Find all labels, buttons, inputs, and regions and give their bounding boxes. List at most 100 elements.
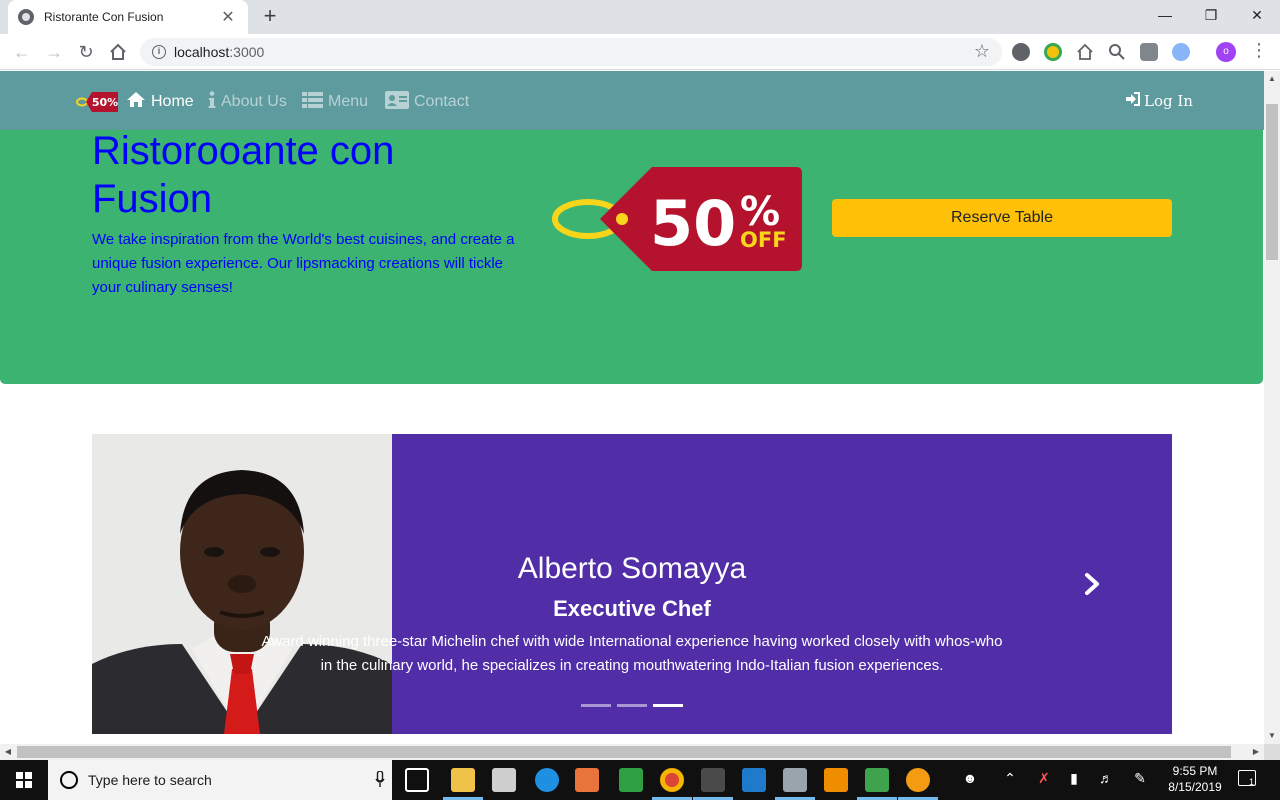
sublime-text-icon[interactable] xyxy=(701,768,725,792)
url-host: localhost xyxy=(174,44,230,60)
vscode-icon[interactable] xyxy=(742,768,766,792)
git-app-icon[interactable] xyxy=(865,768,889,792)
extension-icon[interactable] xyxy=(1172,43,1190,61)
extension-icon[interactable] xyxy=(1044,43,1062,61)
carousel-indicator-3[interactable] xyxy=(653,704,683,707)
browser-menu-icon[interactable]: ⋮ xyxy=(1250,40,1268,61)
page-title: Ristorooante con Fusion xyxy=(92,129,395,221)
media-player-icon[interactable] xyxy=(575,768,599,792)
clock-time: 9:55 PM xyxy=(1172,764,1218,778)
site-navbar: 50% Home About Us Menu Contact Log In xyxy=(0,71,1264,130)
tag-value: 50 xyxy=(650,187,736,260)
vertical-scrollbar[interactable]: ▲ ▼ xyxy=(1264,71,1280,744)
microphone-icon[interactable] xyxy=(368,769,392,790)
home-extension-icon[interactable] xyxy=(1076,43,1094,61)
info-icon xyxy=(208,90,216,114)
scroll-up-icon[interactable]: ▲ xyxy=(1264,71,1280,87)
back-arrow-icon[interactable]: ← xyxy=(10,40,34,64)
copyright-extension-icon[interactable] xyxy=(1012,43,1030,61)
list-icon xyxy=(302,91,323,113)
close-tab-icon[interactable]: ✕ xyxy=(218,7,238,27)
jumbotron-description: We take inspiration from the World's bes… xyxy=(92,231,515,296)
shield-extension-icon[interactable] xyxy=(1140,43,1158,61)
scroll-left-icon[interactable]: ◀ xyxy=(0,744,16,760)
window-close-button[interactable]: ✕ xyxy=(1234,0,1280,30)
url-port: :3000 xyxy=(229,44,265,60)
stocks-app-icon[interactable] xyxy=(619,768,643,792)
network-icon[interactable]: ✗ xyxy=(1034,770,1054,787)
pen-icon[interactable]: ✎ xyxy=(1130,770,1150,787)
site-info-icon[interactable]: i xyxy=(152,45,166,59)
scroll-right-icon[interactable]: ▶ xyxy=(1248,744,1264,760)
notification-icon[interactable]: 1 xyxy=(1238,770,1256,787)
store-icon[interactable] xyxy=(492,768,516,792)
horizontal-scroll-thumb[interactable] xyxy=(17,746,1231,758)
volume-icon[interactable]: ♬ xyxy=(1096,770,1116,786)
globe-icon xyxy=(18,9,34,25)
taskbar-search-placeholder: Type here to search xyxy=(88,772,212,788)
discount-tag-image: 50 % OFF xyxy=(552,167,802,271)
windows-start-icon[interactable] xyxy=(0,760,48,800)
nav-contact[interactable]: Contact xyxy=(385,90,470,114)
reserve-table-button[interactable]: Reserve Table xyxy=(832,199,1172,237)
new-tab-button[interactable]: + xyxy=(258,4,282,28)
login-label: Log In xyxy=(1144,92,1193,110)
restore-button[interactable]: ❐ xyxy=(1188,0,1234,30)
address-bar[interactable]: i localhost:3000 ☆ xyxy=(140,38,1002,66)
scrollbar-corner xyxy=(1264,744,1280,760)
carousel-indicator-1[interactable] xyxy=(581,704,611,707)
nav-about-label: About Us xyxy=(221,93,287,110)
file-explorer-icon[interactable] xyxy=(451,768,475,792)
nav-home[interactable]: Home xyxy=(126,91,194,113)
taskbar-search-box[interactable]: Type here to search xyxy=(48,760,392,800)
windows-taskbar: Type here to search ☻ ⌃ ✗ ▮ ♬ ✎ 9:55 PM … xyxy=(0,760,1280,800)
nav-menu[interactable]: Menu xyxy=(302,91,368,113)
app-icon[interactable] xyxy=(906,768,930,792)
nav-menu-label: Menu xyxy=(328,93,369,110)
browser-toolbar: ← → ↻ i localhost:3000 ☆ o ⋮ xyxy=(0,34,1280,70)
horizontal-scrollbar[interactable]: ◀ ▶ xyxy=(0,744,1264,760)
chrome-icon[interactable] xyxy=(660,768,684,792)
home-icon xyxy=(126,91,146,113)
login-button[interactable]: Log In xyxy=(1126,92,1193,110)
nav-home-label: Home xyxy=(151,93,194,110)
battery-icon[interactable]: ▮ xyxy=(1064,770,1084,787)
tab-title: Ristorante Con Fusion xyxy=(44,10,164,24)
search-extension-icon[interactable] xyxy=(1108,43,1126,61)
next-slide-icon[interactable] xyxy=(1082,572,1102,596)
edge-icon[interactable] xyxy=(535,768,559,792)
people-icon[interactable]: ☻ xyxy=(960,770,980,786)
remote-desktop-icon[interactable] xyxy=(783,768,807,792)
jumbotron: Ristorooante con Fusion We take inspirat… xyxy=(0,129,1263,384)
brand-logo[interactable]: 50% xyxy=(76,90,118,114)
forward-arrow-icon[interactable]: → xyxy=(42,40,66,64)
minimize-button[interactable]: — xyxy=(1142,0,1188,30)
browser-tab[interactable]: Ristorante Con Fusion ✕ xyxy=(8,0,248,34)
carousel-indicator-2[interactable] xyxy=(617,704,647,707)
sign-in-icon xyxy=(1126,92,1141,110)
address-card-icon xyxy=(385,90,409,114)
brand-badge-text: 50% xyxy=(92,96,118,109)
nav-contact-label: Contact xyxy=(414,93,470,110)
home-icon[interactable] xyxy=(106,40,130,64)
task-view-icon[interactable] xyxy=(405,768,429,792)
profile-avatar[interactable]: o xyxy=(1216,42,1236,62)
clock-date: 8/15/2019 xyxy=(1168,780,1222,794)
tag-off: OFF xyxy=(740,228,787,252)
chef-description: Award winning three-star Michelin chef w… xyxy=(261,633,1003,674)
nav-about[interactable]: About Us xyxy=(208,90,287,114)
chef-role: Executive Chef xyxy=(553,596,711,621)
reload-icon[interactable]: ↻ xyxy=(74,40,98,64)
page-viewport: 50% Home About Us Menu Contact Log In Ri… xyxy=(0,71,1264,744)
chef-name: Alberto Somayya xyxy=(517,552,747,585)
bookmark-star-icon[interactable]: ☆ xyxy=(974,41,990,62)
scroll-down-icon[interactable]: ▼ xyxy=(1264,728,1280,744)
chef-carousel: Alberto Somayya Executive Chef Award win… xyxy=(92,434,1172,734)
vlc-icon[interactable] xyxy=(824,768,848,792)
vertical-scroll-thumb[interactable] xyxy=(1266,104,1278,260)
search-icon xyxy=(60,771,78,789)
notification-count: 1 xyxy=(1248,777,1254,787)
chevron-up-icon[interactable]: ⌃ xyxy=(1000,770,1020,787)
taskbar-clock[interactable]: 9:55 PM 8/15/2019 xyxy=(1160,763,1230,795)
browser-tab-strip: Ristorante Con Fusion ✕ + — ❐ ✕ xyxy=(0,0,1280,34)
